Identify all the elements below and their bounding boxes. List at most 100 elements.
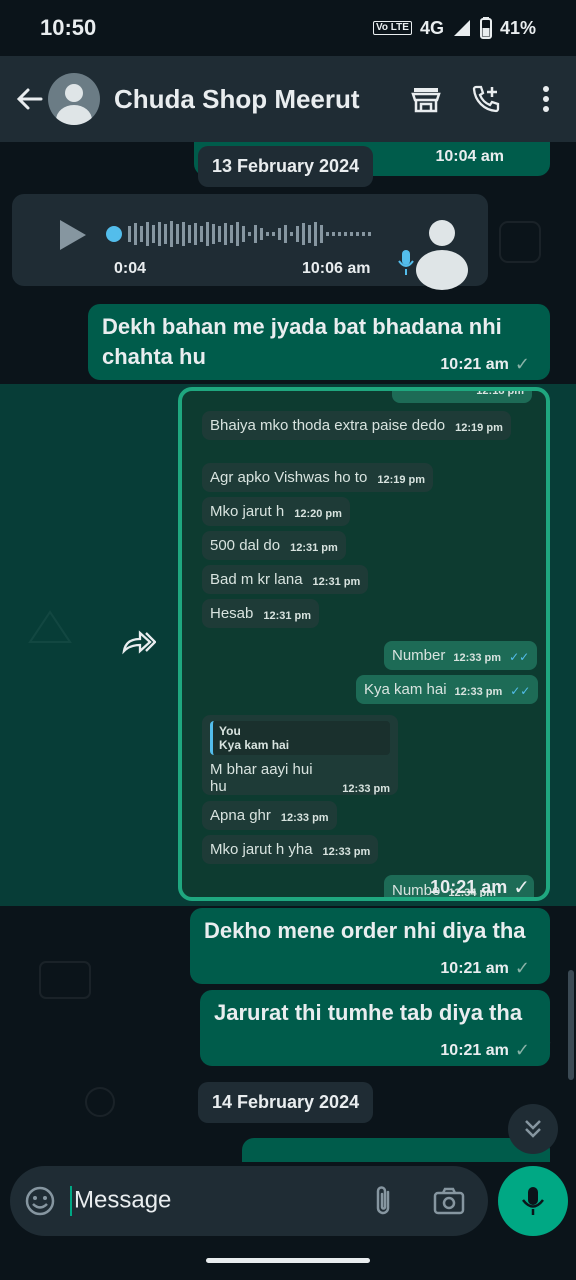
status-bar: 10:50 Vo LTE 4G 41%	[0, 0, 576, 56]
message-bubble-outgoing[interactable]: Jarurat thi tumhe tab diya tha 10:21 am …	[200, 990, 550, 1066]
screenshot-time: 12:31 pm	[312, 576, 361, 588]
forwarded-screenshot-image[interactable]: 12:18 pm Bhaiya mko thoda extra paise de…	[178, 387, 550, 901]
system-nav-bar	[0, 1244, 576, 1280]
message-time: 10:21 am	[440, 959, 509, 977]
screenshot-time: 12:18 pm	[476, 387, 524, 397]
message-bubble-outgoing[interactable]: Dekh bahan me jyada bat bhadana nhi chah…	[88, 304, 550, 380]
sent-tick-icon: ✓	[514, 958, 530, 978]
screenshot-time: 12:20 pm	[294, 508, 342, 520]
voice-waveform[interactable]	[106, 216, 386, 252]
screenshot-bubble-out: 12:18 pm	[392, 387, 532, 403]
voice-message[interactable]: 0:04 10:06 am	[12, 194, 488, 290]
avatar[interactable]	[48, 73, 100, 125]
date-divider: 13 February 2024	[198, 146, 374, 187]
home-gesture-pill[interactable]	[206, 1258, 370, 1263]
add-call-icon	[472, 85, 500, 113]
screenshot-text: Hesab	[210, 605, 254, 622]
screenshot-bubble-in: Agr apko Vishwas ho to 12:19 pm	[202, 463, 434, 492]
message-text: Dekho mene order nhi diya tha	[204, 918, 526, 943]
chat-header: Chuda Shop Meerut	[0, 56, 576, 142]
attach-icon[interactable]	[368, 1184, 398, 1218]
signal-icon	[453, 20, 470, 36]
date-divider: 14 February 2024	[198, 1082, 374, 1123]
screenshot-text: Mko jarut h yha	[210, 841, 313, 858]
read-ticks-icon: ✓✓	[510, 684, 531, 698]
screenshot-time: 12:33 pm	[453, 652, 502, 664]
message-input-placeholder: Message	[74, 1186, 172, 1214]
message-time: 10:04 am	[435, 148, 505, 165]
read-ticks-icon: ✓✓	[509, 650, 530, 664]
screenshot-time: 12:33 pm	[322, 846, 371, 858]
screenshot-time: 12:19 pm	[377, 474, 426, 486]
volte-indicator: Vo LTE	[372, 21, 412, 35]
quoted-author: You	[219, 724, 241, 738]
screenshot-text: M bhar aayi hui hu	[210, 761, 313, 795]
double-chevron-down-icon	[525, 1120, 541, 1138]
sent-tick-icon: ✓	[514, 354, 530, 374]
mic-badge-icon	[398, 250, 414, 275]
screenshot-bubble-in: Mko jarut h 12:20 pm	[202, 497, 350, 526]
screenshot-bubble-in: Bhaiya mko thoda extra paise dedo 12:19 …	[202, 411, 511, 440]
quoted-text: Kya kam hai	[219, 738, 290, 752]
screenshot-text: Bhaiya mko thoda extra paise dedo	[210, 417, 446, 434]
screenshot-bubble-in: 500 dal do 12:31 pm	[202, 531, 346, 560]
voice-record-button[interactable]	[498, 1166, 568, 1236]
screenshot-bubble-in: Hesab 12:31 pm	[202, 599, 320, 628]
scroll-to-bottom-button[interactable]	[508, 1104, 558, 1154]
back-button[interactable]	[8, 77, 52, 121]
screenshot-text: Agr apko Vishwas ho to	[210, 469, 368, 486]
message-bubble-outgoing[interactable]: Dekho mene order nhi diya tha 10:21 am ✓	[190, 908, 550, 984]
image-message-meta: 10:21 am ✓	[430, 875, 530, 899]
chat-area[interactable]: 10:04 am 13 February 2024 0:04 10:06 am …	[0, 142, 576, 1162]
screenshot-time: 12:33 pm	[454, 686, 503, 698]
message-bubble-outgoing[interactable]	[242, 1138, 550, 1162]
message-time: 10:21 am	[440, 355, 509, 373]
message-composer: Message	[10, 1166, 488, 1236]
screenshot-bubble-out: Kya kam hai 12:33 pm ✓✓	[356, 675, 539, 704]
screenshot-reply-bubble: You Kya kam hai M bhar aayi hui hu 12:33…	[202, 715, 398, 795]
forward-icon[interactable]	[120, 629, 156, 655]
message-time: 10:06 am	[302, 260, 371, 277]
more-options-button[interactable]	[516, 69, 576, 129]
screenshot-text: Number	[392, 647, 446, 664]
screenshot-text: Mko jarut h	[210, 503, 285, 520]
network-type: 4G	[419, 17, 444, 38]
message-input[interactable]: Message	[70, 1186, 368, 1216]
screenshot-bubble-out: Number 12:33 pm ✓✓	[384, 641, 538, 670]
sent-tick-icon: ✓	[514, 1040, 530, 1060]
scrollbar[interactable]	[568, 970, 574, 1080]
screenshot-text: 500 dal do	[210, 537, 281, 554]
screenshot-time: 12:19 pm	[455, 422, 503, 434]
contact-name[interactable]: Chuda Shop Meerut	[114, 84, 396, 115]
emoji-icon[interactable]	[24, 1185, 56, 1217]
mic-icon	[522, 1187, 544, 1215]
battery-icon	[479, 17, 492, 39]
screenshot-bubble-in: Bad m kr lana 12:31 pm	[202, 565, 369, 594]
store-icon	[411, 88, 441, 113]
camera-icon[interactable]	[432, 1186, 466, 1216]
message-time: 10:21 am	[440, 1041, 509, 1059]
screenshot-text: Kya kam hai	[364, 681, 447, 698]
screenshot-text: Apna ghr	[210, 807, 271, 824]
screenshot-time: 12:33 pm	[280, 812, 329, 824]
back-arrow-icon	[16, 88, 43, 110]
quoted-message: You Kya kam hai	[210, 721, 390, 755]
screenshot-time: 12:33 pm	[342, 783, 390, 795]
battery-percent: 41%	[499, 17, 536, 38]
message-text: Jarurat thi tumhe tab diya tha	[214, 1000, 523, 1025]
screenshot-time: 12:31 pm	[290, 542, 338, 554]
screenshot-bubble-in: Apna ghr 12:33 pm	[202, 801, 337, 830]
play-icon[interactable]	[58, 218, 88, 252]
message-time: 10:21 am	[430, 877, 508, 897]
screenshot-bubble-in: Mko jarut h yha 12:33 pm	[202, 835, 379, 864]
store-button[interactable]	[396, 69, 456, 129]
sent-tick-icon: ✓	[513, 877, 530, 899]
screenshot-time: 12:31 pm	[263, 610, 312, 622]
screenshot-text: Bad m kr lana	[210, 571, 303, 588]
status-time: 10:50	[40, 15, 97, 40]
add-call-button[interactable]	[456, 69, 516, 129]
more-vert-icon	[543, 86, 549, 112]
sender-avatar	[404, 202, 480, 290]
status-icons: Vo LTE 4G 41%	[372, 17, 536, 39]
voice-duration: 0:04	[114, 260, 147, 277]
